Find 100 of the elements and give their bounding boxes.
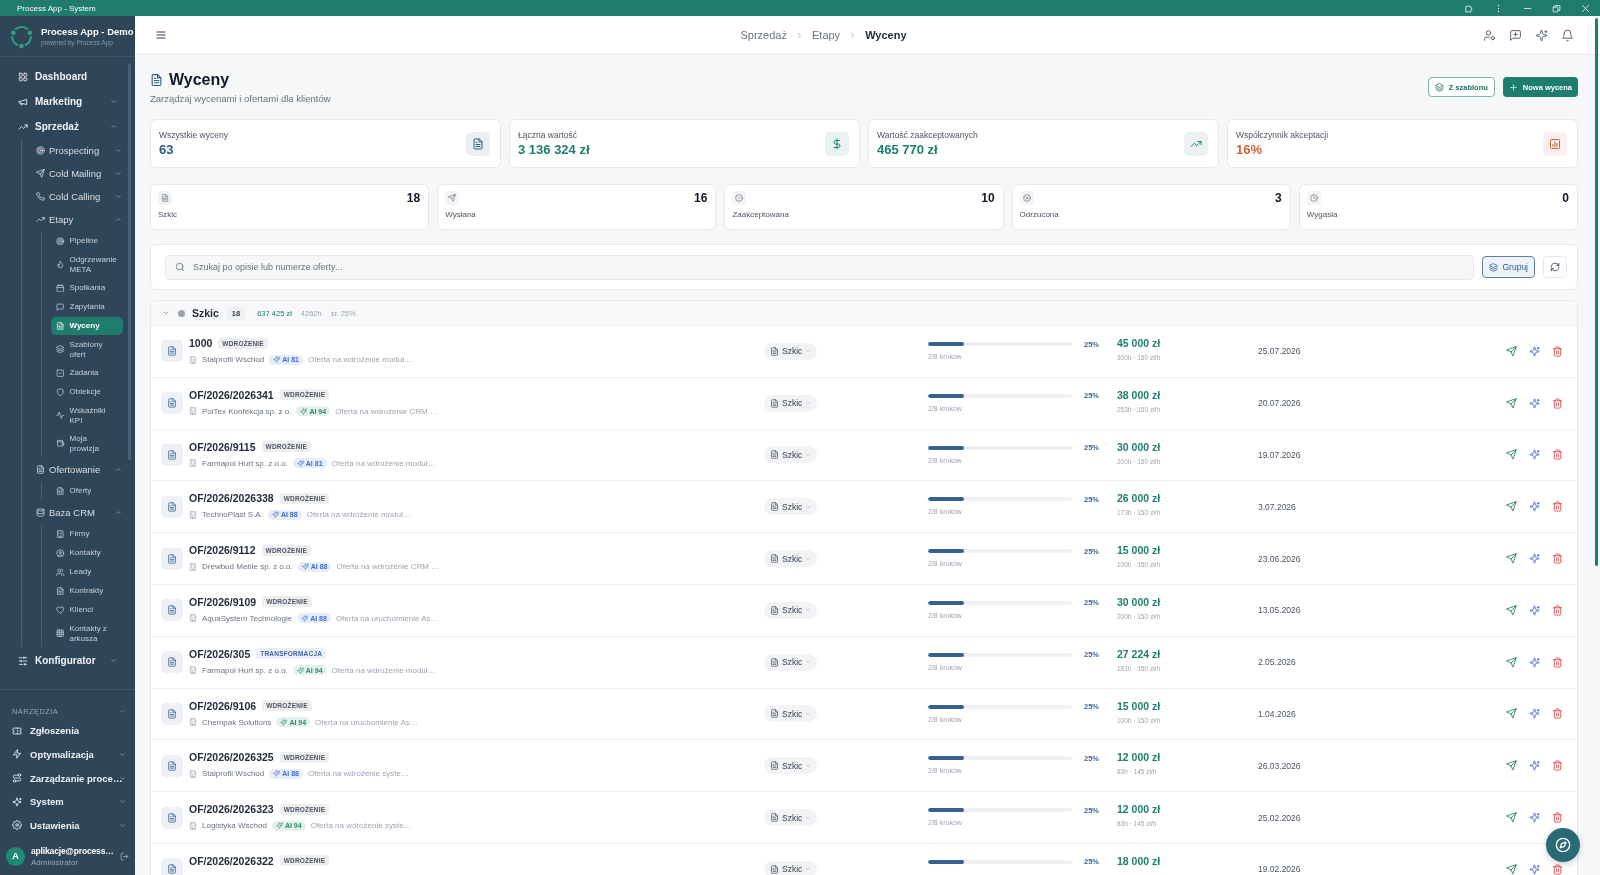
company-name: Stalprofil Wschod — [202, 769, 265, 779]
user-icon[interactable] — [1483, 28, 1496, 42]
nav-item[interactable]: Oferty — [51, 482, 123, 500]
status-dropdown[interactable]: Szkic — [764, 809, 818, 827]
paper-plane-icon[interactable] — [1506, 812, 1517, 824]
puzzle-icon[interactable] — [1465, 3, 1474, 13]
status-dropdown[interactable]: Szkic — [764, 498, 818, 516]
nav-item[interactable]: Zarządzanie proce… — [12, 766, 126, 790]
nav-item[interactable]: Ofertowanie — [31, 458, 123, 481]
restore-icon[interactable] — [1552, 3, 1561, 13]
trash-icon[interactable] — [1552, 604, 1563, 616]
breadcrumb-link[interactable]: Etapy — [812, 29, 841, 41]
document-icon — [770, 450, 779, 460]
status-dropdown[interactable]: Szkic — [764, 601, 818, 619]
trash-icon[interactable] — [1552, 345, 1563, 357]
trash-icon[interactable] — [1552, 863, 1563, 875]
document-icon — [56, 321, 65, 331]
nav-item[interactable]: Baza CRM — [31, 501, 123, 524]
nav-item[interactable]: Firmy — [51, 525, 123, 543]
nav-item[interactable]: Leady — [51, 563, 123, 581]
nav-item[interactable]: System — [12, 789, 126, 814]
paper-plane-icon[interactable] — [1506, 708, 1517, 720]
status-dropdown[interactable]: Szkic — [764, 342, 818, 360]
breadcrumb-link[interactable]: Sprzedaż — [740, 29, 787, 41]
nav-item[interactable]: Kontakty z arkusza — [51, 620, 123, 647]
nav-item[interactable]: Zadania — [51, 364, 123, 382]
nav-item[interactable]: Spotkania — [51, 279, 123, 297]
status-dropdown[interactable]: Szkic — [764, 446, 818, 464]
paper-plane-icon[interactable] — [1506, 656, 1517, 668]
search-field[interactable]: Szukaj po opisie lub numerze oferty... — [165, 254, 1475, 280]
nav-item[interactable]: Szablony ofert — [51, 336, 123, 363]
status-dropdown[interactable]: Szkic — [764, 757, 818, 775]
status-dropdown[interactable]: Szkic — [764, 860, 818, 875]
paper-plane-icon[interactable] — [1506, 501, 1517, 513]
nav-item[interactable]: Odgrzewanie META — [51, 251, 123, 278]
nav-item[interactable]: Konfigurator — [11, 648, 123, 673]
sparkles-icon[interactable] — [1529, 656, 1540, 668]
nav-item[interactable]: Wyceny — [51, 317, 123, 335]
user-email: aplikacje@process… — [31, 845, 114, 856]
nav-item[interactable]: Ustawienia — [12, 813, 126, 837]
nav-item[interactable]: Optymalizacja — [12, 742, 126, 767]
status-dropdown[interactable]: Szkic — [764, 653, 818, 671]
nav-item[interactable]: Cold Calling — [31, 185, 123, 208]
trash-icon[interactable] — [1552, 708, 1563, 720]
document-icon — [770, 346, 779, 356]
sparkles-icon[interactable] — [1529, 501, 1540, 513]
nav-item[interactable]: Zgłoszenia — [12, 719, 126, 743]
trash-icon[interactable] — [1552, 449, 1563, 461]
paper-plane-icon[interactable] — [1506, 449, 1517, 461]
close-icon[interactable] — [1581, 3, 1590, 13]
status-dropdown[interactable]: Szkic — [764, 394, 818, 412]
sparkles-icon[interactable] — [1529, 397, 1540, 409]
chevron-down-icon[interactable] — [162, 309, 170, 317]
sparkles-icon[interactable] — [1529, 604, 1540, 616]
nav-item[interactable]: Moja prowizja — [51, 430, 123, 457]
nav-item[interactable]: Klienci — [51, 601, 123, 619]
sparkles-icon[interactable] — [1529, 812, 1540, 824]
status-dropdown[interactable]: Szkic — [764, 705, 818, 723]
message-plus-icon[interactable] — [1509, 28, 1522, 42]
scrollbar-thumb[interactable] — [1595, 18, 1598, 566]
nav-item[interactable]: Etapy — [31, 208, 123, 231]
nav-item[interactable]: Obiekcje — [51, 383, 123, 401]
chevron-down-icon[interactable] — [119, 707, 126, 715]
group-button[interactable]: Grupuj — [1482, 256, 1535, 278]
sparkles-icon[interactable] — [1529, 708, 1540, 720]
trash-icon[interactable] — [1552, 553, 1563, 565]
sparkles-icon[interactable] — [1535, 28, 1548, 42]
sparkles-icon[interactable] — [1529, 449, 1540, 461]
paper-plane-icon[interactable] — [1506, 553, 1517, 565]
sparkles-icon[interactable] — [1529, 345, 1540, 357]
nav-item[interactable]: Prospecting — [31, 139, 123, 162]
bell-icon[interactable] — [1561, 28, 1574, 42]
nav-item[interactable]: Kontakty — [51, 544, 123, 562]
nav-item[interactable]: Wskaźniki KPI — [51, 402, 123, 429]
nav-item[interactable]: Cold Mailing — [31, 162, 123, 185]
trash-icon[interactable] — [1552, 656, 1563, 668]
nav-item[interactable]: Zapytania — [51, 298, 123, 316]
sparkles-icon[interactable] — [1529, 553, 1540, 565]
paper-plane-icon[interactable] — [1506, 397, 1517, 409]
trash-icon[interactable] — [1552, 397, 1563, 409]
trash-icon[interactable] — [1552, 812, 1563, 824]
paper-plane-icon[interactable] — [1506, 760, 1517, 772]
refresh-button[interactable] — [1543, 256, 1567, 278]
sparkles-icon[interactable] — [1529, 863, 1540, 875]
paper-plane-icon[interactable] — [1506, 345, 1517, 357]
logout-icon[interactable] — [120, 851, 129, 861]
nav-item[interactable]: Dashboard — [11, 64, 123, 89]
paper-plane-icon[interactable] — [1506, 863, 1517, 875]
nav-item[interactable]: Kontrakty — [51, 582, 123, 600]
quote-number: 1000 — [189, 337, 213, 349]
nav-item[interactable]: Marketing — [11, 89, 123, 114]
nav-item[interactable]: Sprzedaż — [11, 114, 123, 139]
status-dropdown[interactable]: Szkic — [764, 550, 818, 568]
amount: 38 000 zł — [1117, 388, 1161, 401]
nav-item[interactable]: Pipeline — [51, 232, 123, 250]
trash-icon[interactable] — [1552, 760, 1563, 772]
paper-plane-icon[interactable] — [1506, 604, 1517, 616]
sparkles-icon[interactable] — [1529, 760, 1540, 772]
trash-icon[interactable] — [1552, 501, 1563, 513]
menu-icon[interactable] — [155, 29, 167, 41]
